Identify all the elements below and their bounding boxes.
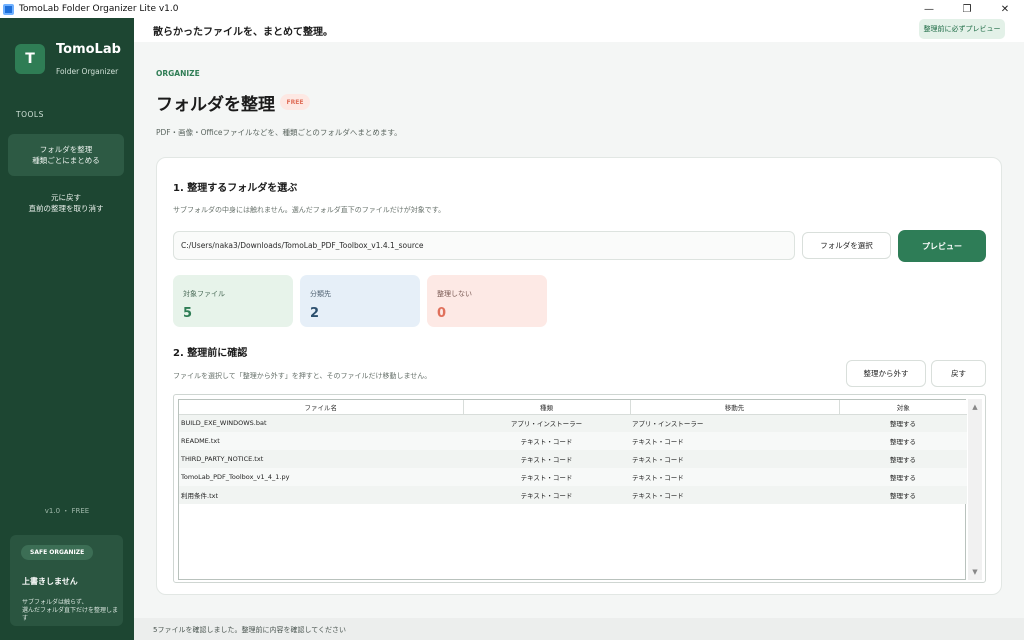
file-table[interactable]: ファイル名 種類 移動先 対象 BUILD_EXE_WINDOWS.bat アプ… bbox=[178, 399, 967, 580]
brand-name: TomoLab bbox=[56, 42, 121, 57]
select-folder-button[interactable]: フォルダを選択 bbox=[802, 232, 891, 259]
sidebar-item-undo[interactable]: 元に戻す 直前の整理を取り消す bbox=[8, 182, 124, 224]
step2-title: 2. 整理前に確認 bbox=[173, 348, 248, 359]
cell-target: 整理する bbox=[839, 450, 967, 468]
cell-filename: THIRD_PARTY_NOTICE.txt bbox=[179, 450, 463, 468]
organize-card: 1. 整理するフォルダを選ぶ サブフォルダの中身には触れません。選んだフォルダ直… bbox=[156, 157, 1002, 595]
cell-destination: テキスト・コード bbox=[630, 468, 839, 486]
file-table-frame: ファイル名 種類 移動先 対象 BUILD_EXE_WINDOWS.bat アプ… bbox=[173, 394, 986, 583]
cell-target: 整理する bbox=[839, 432, 967, 450]
stat-label: 対象ファイル bbox=[183, 290, 225, 298]
cell-destination: アプリ・インストーラー bbox=[630, 414, 839, 432]
safe-card-desc-line: 選んだフォルダ直下だけを整理します bbox=[22, 607, 119, 622]
free-badge: FREE bbox=[280, 94, 310, 110]
exclude-button[interactable]: 整理から外す bbox=[846, 360, 926, 387]
scroll-up-icon[interactable]: ▲ bbox=[968, 401, 982, 413]
sidebar-item-title: 元に戻す bbox=[51, 193, 81, 202]
page-title: フォルダを整理 bbox=[156, 95, 275, 115]
cell-destination: テキスト・コード bbox=[630, 486, 839, 504]
cell-kind: アプリ・インストーラー bbox=[463, 414, 630, 432]
cell-destination: テキスト・コード bbox=[630, 432, 839, 450]
stat-value: 2 bbox=[310, 306, 320, 321]
header-title: 散らかったファイルを、まとめて整理。 bbox=[153, 27, 333, 38]
restore-button-list[interactable]: 戻す bbox=[931, 360, 986, 387]
header-bar: 散らかったファイルを、まとめて整理。 整理前に必ずプレビュー bbox=[134, 18, 1024, 42]
table-row[interactable]: THIRD_PARTY_NOTICE.txt テキスト・コード テキスト・コード… bbox=[179, 450, 967, 468]
window-title: TomoLab Folder Organizer Lite v1.0 bbox=[19, 4, 179, 14]
table-row[interactable]: TomoLab_PDF_Toolbox_v1_4_1.py テキスト・コード テ… bbox=[179, 468, 967, 486]
sidebar-item-subtitle: 直前の整理を取り消す bbox=[28, 204, 104, 213]
tools-section-label: TOOLS bbox=[16, 110, 44, 119]
column-header-destination[interactable]: 移動先 bbox=[630, 400, 840, 415]
page-description: PDF・画像・Officeファイルなどを、種類ごとのフォルダへまとめます。 bbox=[156, 128, 402, 137]
title-bar: TomoLab Folder Organizer Lite v1.0 — ❐ ✕ bbox=[0, 0, 1024, 18]
column-header-target[interactable]: 対象 bbox=[839, 400, 967, 415]
table-row[interactable]: 利用条件.txt テキスト・コード テキスト・コード 整理する bbox=[179, 486, 967, 504]
column-header-filename[interactable]: ファイル名 bbox=[179, 400, 464, 415]
cell-kind: テキスト・コード bbox=[463, 468, 630, 486]
cell-filename: 利用条件.txt bbox=[179, 486, 463, 504]
close-button[interactable]: ✕ bbox=[986, 0, 1024, 18]
sidebar-item-organize[interactable]: フォルダを整理 種類ごとにまとめる bbox=[8, 134, 124, 176]
safe-card-desc-line: サブフォルダは触らず、 bbox=[22, 599, 88, 606]
stat-value: 0 bbox=[437, 306, 447, 321]
cell-target: 整理する bbox=[839, 414, 967, 432]
safe-card-description: サブフォルダは触らず、 選んだフォルダ直下だけを整理します bbox=[22, 599, 122, 623]
safe-organize-pill: SAFE ORGANIZE bbox=[21, 545, 94, 560]
main-content: ORGANIZE フォルダを整理 FREE PDF・画像・Officeファイルな… bbox=[134, 42, 1024, 618]
status-bar: 5ファイルを確認しました。整理前に内容を確認してください bbox=[134, 618, 1024, 640]
safe-card-title: 上書きしません bbox=[22, 577, 78, 586]
brand-logo: T bbox=[15, 44, 45, 74]
brand-subtitle: Folder Organizer bbox=[56, 67, 119, 76]
stat-value: 5 bbox=[183, 306, 193, 321]
preview-hint-badge: 整理前に必ずプレビュー bbox=[919, 19, 1005, 39]
section-eyebrow: ORGANIZE bbox=[156, 69, 200, 78]
cell-filename: README.txt bbox=[179, 432, 463, 450]
cell-kind: テキスト・コード bbox=[463, 432, 630, 450]
stat-target-files: 対象ファイル 5 bbox=[173, 275, 293, 327]
cell-filename: BUILD_EXE_WINDOWS.bat bbox=[179, 414, 463, 432]
minimize-button[interactable]: — bbox=[910, 0, 948, 18]
table-row[interactable]: BUILD_EXE_WINDOWS.bat アプリ・インストーラー アプリ・イン… bbox=[179, 414, 967, 432]
restore-button[interactable]: ❐ bbox=[948, 0, 986, 18]
step1-title: 1. 整理するフォルダを選ぶ bbox=[173, 183, 298, 194]
cell-kind: テキスト・コード bbox=[463, 486, 630, 504]
scroll-down-icon[interactable]: ▼ bbox=[968, 566, 982, 578]
version-label: v1.0 ・ FREE bbox=[44, 507, 90, 515]
sidebar-item-subtitle: 種類ごとにまとめる bbox=[32, 156, 100, 165]
cell-destination: テキスト・コード bbox=[630, 450, 839, 468]
sidebar-item-title: フォルダを整理 bbox=[39, 145, 93, 154]
cell-filename: TomoLab_PDF_Toolbox_v1_4_1.py bbox=[179, 468, 463, 486]
stat-not-organized: 整理しない 0 bbox=[427, 275, 547, 327]
step2-description: ファイルを選択して「整理から外す」を押すと、そのファイルだけ移動しません。 bbox=[173, 372, 432, 380]
cell-target: 整理する bbox=[839, 468, 967, 486]
stat-label: 分類先 bbox=[310, 290, 331, 298]
folder-path-input[interactable] bbox=[173, 231, 795, 260]
safe-organize-card: SAFE ORGANIZE 上書きしません サブフォルダは触らず、 選んだフォル… bbox=[10, 535, 123, 626]
step1-description: サブフォルダの中身には触れません。選んだフォルダ直下のファイルだけが対象です。 bbox=[173, 206, 446, 214]
table-row[interactable]: README.txt テキスト・コード テキスト・コード 整理する bbox=[179, 432, 967, 450]
preview-button[interactable]: プレビュー bbox=[898, 230, 986, 262]
status-text: 5ファイルを確認しました。整理前に内容を確認してください bbox=[153, 626, 347, 634]
cell-kind: テキスト・コード bbox=[463, 450, 630, 468]
stat-categories: 分類先 2 bbox=[300, 275, 420, 327]
cell-target: 整理する bbox=[839, 486, 967, 504]
stat-label: 整理しない bbox=[437, 290, 472, 298]
sidebar: T TomoLab Folder Organizer TOOLS フォルダを整理… bbox=[0, 18, 134, 640]
app-icon bbox=[3, 3, 14, 15]
column-header-kind[interactable]: 種類 bbox=[463, 400, 631, 415]
table-scrollbar[interactable]: ▲ ▼ bbox=[968, 399, 982, 580]
